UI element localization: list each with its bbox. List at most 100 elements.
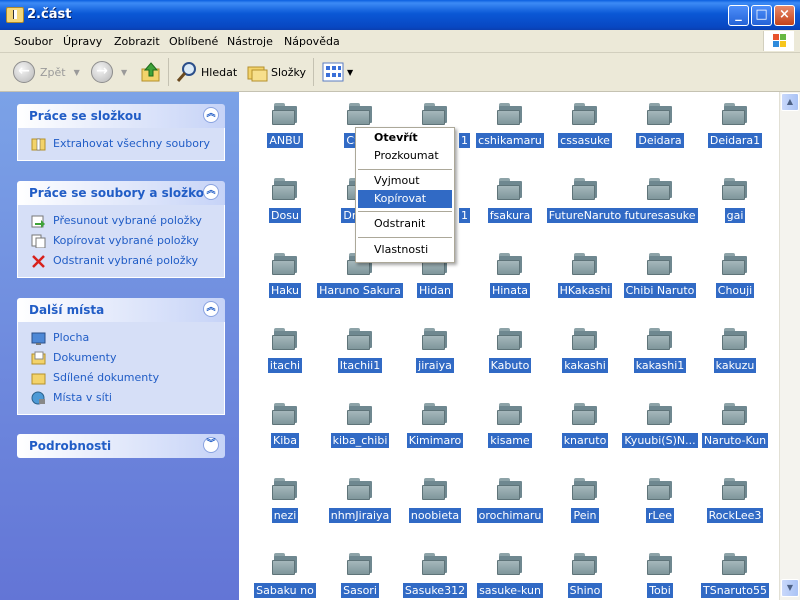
folder-item[interactable]: kakashi [542,327,628,397]
panel-body: Plocha Dokumenty Sdílené dokumenty Místa… [17,322,225,415]
folder-item[interactable]: cshikamaru [467,102,553,172]
folder-item[interactable]: jiraiya [392,327,478,397]
folders-button[interactable]: Složky [246,59,306,85]
folder-item[interactable]: Chibi Naruto [617,252,703,322]
views-button[interactable]: ▼ [322,59,353,85]
folder-item[interactable]: ANBU [242,102,328,172]
search-button[interactable]: Hledat [176,59,237,85]
back-button[interactable]: ← Zpět ▼ [13,59,80,85]
folder-item[interactable]: HKakashi [542,252,628,322]
folder-item[interactable]: Sasuke312 [392,552,478,600]
zip-folder-icon [6,7,24,23]
scroll-up-arrow-icon[interactable]: ▲ [781,93,799,111]
forward-dropdown-icon[interactable]: ▼ [121,68,127,77]
place-desktop[interactable]: Plocha [18,328,224,348]
folder-item[interactable]: noobieta [392,477,478,547]
panel-header[interactable]: Další místa ︽ [17,298,225,322]
ctx-properties[interactable]: Vlastnosti [358,241,452,259]
up-folder-button[interactable] [140,59,162,85]
folder-item[interactable]: TSnaruto55 [692,552,778,600]
folder-item[interactable]: kiba_chibi [317,402,403,472]
panel-header[interactable]: Práce se složkou ︽ [17,104,225,128]
folder-item[interactable]: FutureNaruto [542,177,628,247]
menu-soubor[interactable]: Soubor [14,35,53,48]
folder-item[interactable]: Itachii1 [317,327,403,397]
vertical-scrollbar[interactable]: ▲ ▼ [779,92,800,600]
ctx-explore[interactable]: Prozkoumat [358,147,452,165]
folder-item[interactable]: Tobi [617,552,703,600]
panel-header[interactable]: Práce se soubory a složkou ︽ [17,181,225,205]
folder-icon [497,252,523,276]
folder-item[interactable]: rLee [617,477,703,547]
folder-label: Deidara1 [707,133,763,148]
folder-icon [272,477,298,501]
collapse-chevron-icon[interactable]: ︽ [203,107,219,123]
folder-item[interactable]: Kiba [242,402,328,472]
folder-item[interactable]: fsakura [467,177,553,247]
place-label: Dokumenty [53,351,117,364]
folder-item[interactable]: Pein [542,477,628,547]
minimize-button[interactable]: _ [728,5,749,26]
collapse-chevron-icon[interactable]: ︽ [203,301,219,317]
folder-item[interactable]: Kimimaro [392,402,478,472]
folder-icon [722,102,748,126]
folder-icon [572,402,598,426]
menu-napoveda[interactable]: Nápověda [284,35,340,48]
folder-item[interactable]: Sabaku no [242,552,328,600]
maximize-button[interactable]: □ [751,5,772,26]
menu-nastroje[interactable]: Nástroje [227,35,273,48]
folder-item[interactable]: kakuzu [692,327,778,397]
views-icon [322,62,344,82]
place-network[interactable]: Místa v síti [18,388,224,408]
folder-item[interactable]: nhmJiraiya [317,477,403,547]
folder-item[interactable]: Haku [242,252,328,322]
folder-item[interactable]: kakashi1 [617,327,703,397]
scroll-down-arrow-icon[interactable]: ▼ [781,579,799,597]
menu-upravy[interactable]: Úpravy [63,35,102,48]
task-move-selected[interactable]: Přesunout vybrané položky [18,211,224,231]
ctx-open[interactable]: Otevřít [358,129,452,147]
task-extract-all[interactable]: Extrahovat všechny soubory [18,134,224,154]
menu-oblibene[interactable]: Oblíbené [169,35,218,48]
folder-item[interactable]: nezi [242,477,328,547]
task-copy-selected[interactable]: Kopírovat vybrané položky [18,231,224,251]
folder-item[interactable]: RockLee3 [692,477,778,547]
folder-item[interactable]: Kabuto [467,327,553,397]
folder-item[interactable]: gai [692,177,778,247]
folder-item[interactable]: Deidara1 [692,102,778,172]
place-documents[interactable]: Dokumenty [18,348,224,368]
collapse-chevron-icon[interactable]: ︽ [203,184,219,200]
folder-item[interactable]: sasuke-kun [467,552,553,600]
folder-item[interactable]: Naruto-Kun [692,402,778,472]
place-shared-documents[interactable]: Sdílené dokumenty [18,368,224,388]
menu-zobrazit[interactable]: Zobrazit [114,35,160,48]
folder-item[interactable]: Deidara [617,102,703,172]
back-dropdown-icon[interactable]: ▼ [74,68,80,77]
folder-item[interactable]: itachi [242,327,328,397]
folder-item[interactable]: Hinata [467,252,553,322]
folder-icon [272,102,298,126]
ctx-copy[interactable]: Kopírovat [358,190,452,208]
folder-item[interactable]: cssasuke [542,102,628,172]
folder-item[interactable]: Sasori [317,552,403,600]
ctx-cut[interactable]: Vyjmout [358,172,452,190]
close-button[interactable]: × [774,5,795,26]
folder-view[interactable]: ANBUCS2_1cshikamarucssasukeDeidaraDeidar… [239,92,779,600]
folder-item[interactable]: Kyuubi(S)N... [617,402,703,472]
folder-icon [572,477,598,501]
folder-item[interactable]: kisame [467,402,553,472]
title-bar[interactable]: 2.část _ □ × [0,0,800,30]
search-icon [176,62,196,82]
folder-item[interactable]: Dosu [242,177,328,247]
folder-item[interactable]: Chouji [692,252,778,322]
folder-item[interactable]: Shino [542,552,628,600]
panel-header[interactable]: Podrobnosti ︾ [17,434,225,458]
task-delete-selected[interactable]: Odstranit vybrané položky [18,251,224,271]
ctx-delete[interactable]: Odstranit [358,215,452,233]
folder-item[interactable]: futuresasuke [617,177,703,247]
folder-item[interactable]: knaruto [542,402,628,472]
forward-button[interactable]: → ▼ [91,59,127,85]
menu-bar: Soubor Úpravy Zobrazit Oblíbené Nástroje… [0,30,800,53]
expand-chevron-icon[interactable]: ︾ [203,437,219,453]
folder-item[interactable]: orochimaru [467,477,553,547]
